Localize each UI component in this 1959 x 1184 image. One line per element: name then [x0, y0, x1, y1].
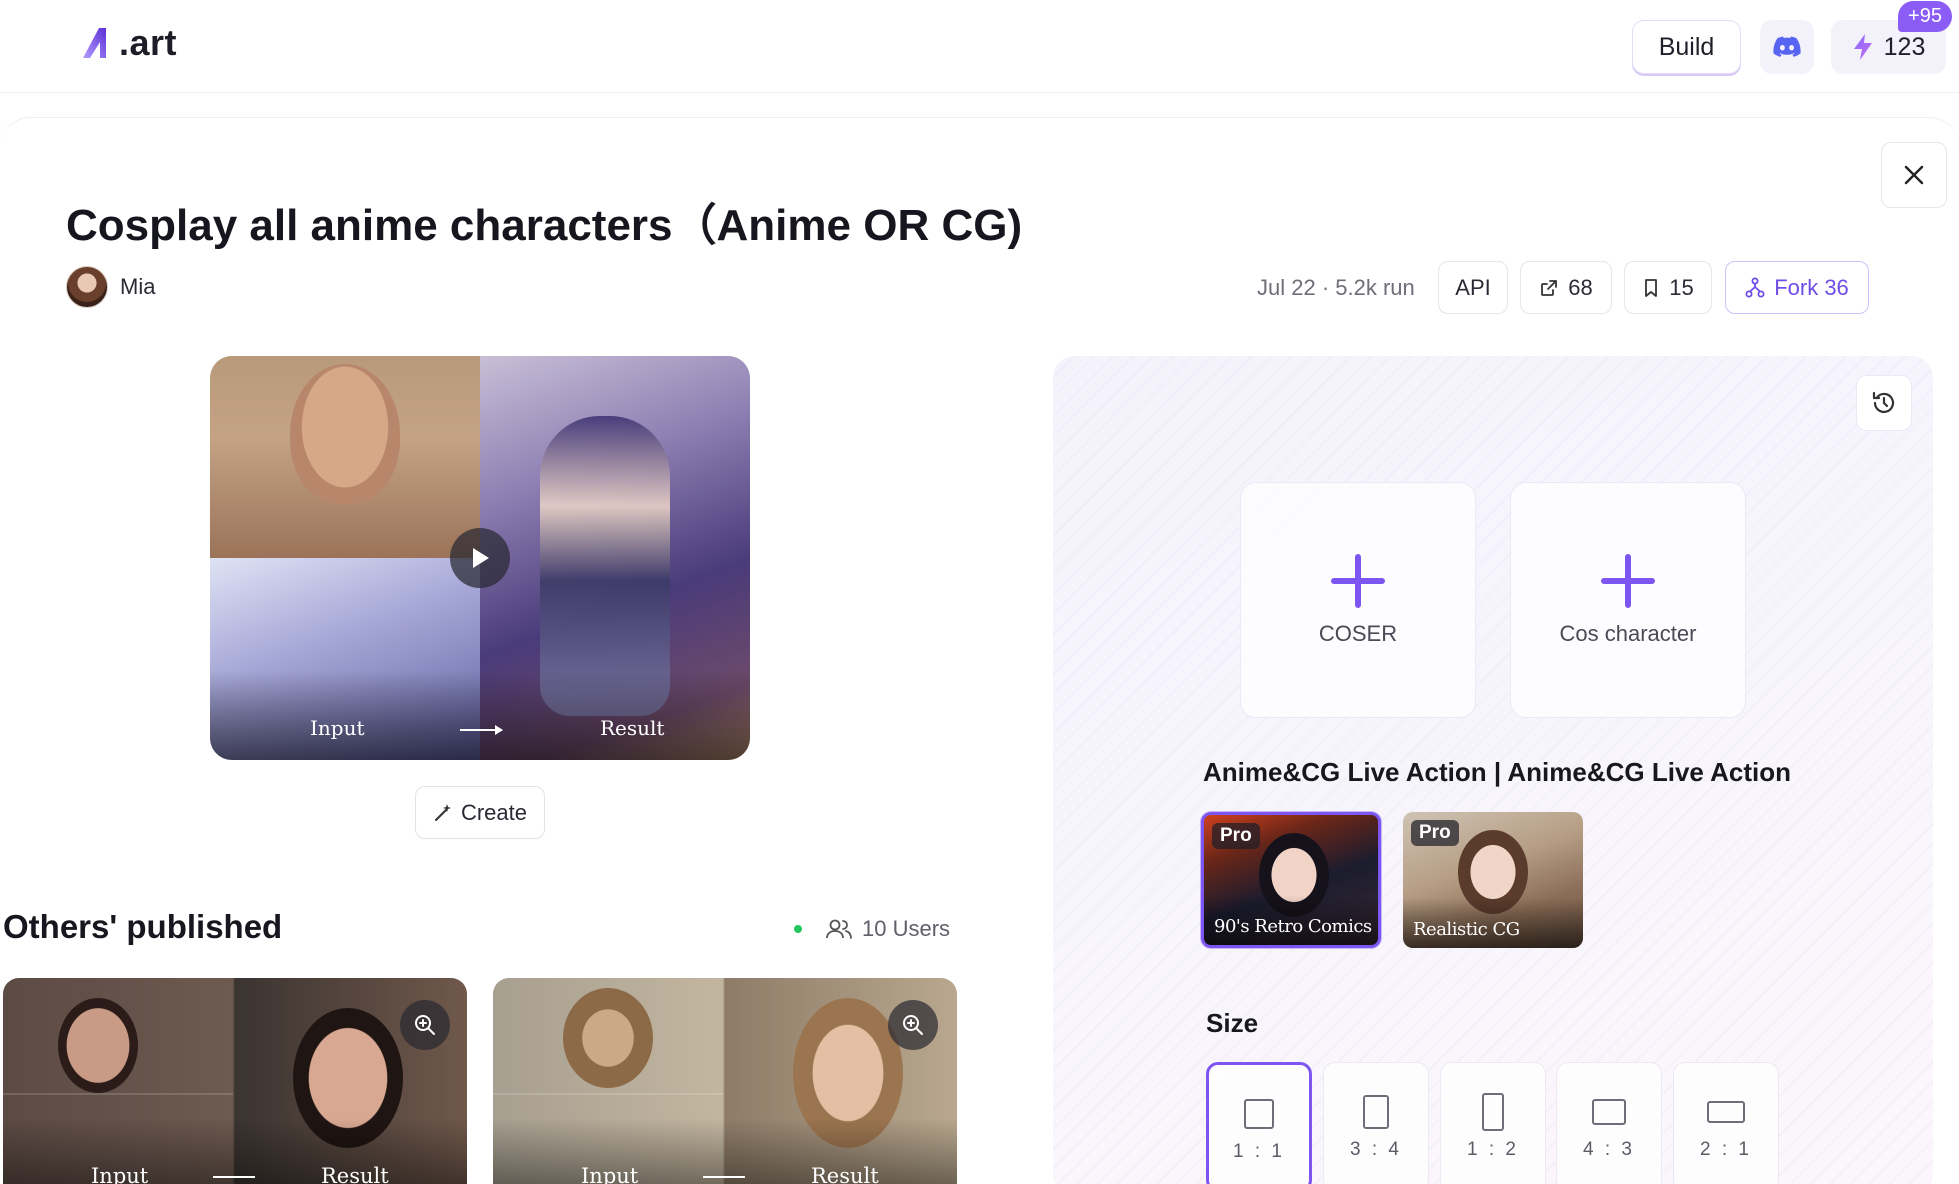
share-button[interactable]: 68	[1520, 261, 1612, 314]
size-option-1-2[interactable]: 1 : 2	[1440, 1062, 1546, 1184]
bookmark-count: 15	[1669, 274, 1694, 300]
discord-icon	[1773, 36, 1801, 57]
upload-cos-character[interactable]: Cos character	[1510, 482, 1746, 718]
users-label: 10 Users	[862, 916, 951, 941]
fork-label: Fork 36	[1774, 274, 1849, 300]
size-label: 1 : 1	[1233, 1141, 1285, 1162]
size-label: 1 : 2	[1467, 1139, 1519, 1160]
author-name: Mia	[120, 274, 156, 299]
detail-panel-edge	[0, 117, 1959, 147]
model-section-title: Anime&CG Live Action | Anime&CG Live Act…	[1203, 757, 1792, 787]
size-section-title: Size	[1206, 1008, 1259, 1038]
ratio-shape-icon	[1592, 1099, 1626, 1125]
card-input-label: Input	[581, 1164, 639, 1184]
bookmark-icon	[1645, 278, 1658, 297]
share-count: 68	[1568, 274, 1593, 300]
share-icon	[1541, 279, 1558, 296]
page-title: Cosplay all anime characters（Anime OR CG…	[66, 201, 1023, 250]
arrow-right-icon	[703, 1176, 745, 1178]
api-button[interactable]: API	[1438, 261, 1508, 314]
arrow-right-icon	[213, 1176, 255, 1178]
zoom-in-icon	[415, 1015, 435, 1035]
upload-label: Cos character	[1559, 621, 1697, 646]
logo-text: .art	[119, 22, 178, 63]
preview-media[interactable]: Input Result	[210, 356, 750, 760]
create-label: Create	[460, 799, 528, 825]
model-option-realistic-cg[interactable]: Pro Realistic CG	[1403, 812, 1583, 948]
lightning-icon	[1853, 34, 1872, 60]
online-dot	[794, 925, 802, 933]
avatar	[66, 266, 108, 308]
play-button[interactable]	[450, 528, 510, 588]
credits-bonus-badge: +95	[1898, 1, 1952, 32]
build-button[interactable]: Build	[1632, 20, 1741, 74]
size-option-3-4[interactable]: 3 : 4	[1323, 1062, 1429, 1184]
ratio-shape-icon	[1707, 1101, 1745, 1123]
preview-result-label: Result	[600, 716, 665, 740]
size-label: 4 : 3	[1583, 1139, 1635, 1160]
magic-wand-icon	[434, 803, 451, 821]
users-icon	[826, 919, 852, 939]
plus-icon	[1601, 554, 1655, 608]
history-button[interactable]	[1856, 375, 1912, 431]
ratio-shape-icon	[1482, 1093, 1504, 1131]
zoom-button[interactable]	[400, 1000, 450, 1050]
preview-input-photo	[210, 356, 480, 558]
model-label: Realistic CG	[1413, 919, 1520, 940]
card-shade	[3, 1118, 467, 1184]
fork-icon	[1745, 277, 1765, 297]
preview-input-label: Input	[310, 716, 365, 740]
author[interactable]: Mia	[66, 266, 155, 308]
card-divider	[3, 1093, 233, 1095]
upload-label: COSER	[1318, 621, 1398, 646]
history-icon	[1872, 391, 1895, 413]
top-bar: .art Build 123	[0, 0, 1959, 93]
size-option-4-3[interactable]: 4 : 3	[1556, 1062, 1662, 1184]
discord-button[interactable]	[1760, 20, 1814, 74]
published-card[interactable]: Input Result	[493, 978, 957, 1184]
pro-badge: Pro	[1411, 820, 1459, 846]
fork-button[interactable]: Fork 36	[1725, 261, 1869, 314]
size-label: 2 : 1	[1700, 1139, 1752, 1160]
card-shade	[493, 1118, 957, 1184]
card-input-label: Input	[91, 1164, 149, 1184]
bookmark-button[interactable]: 15	[1624, 261, 1712, 314]
size-option-2-1[interactable]: 2 : 1	[1673, 1062, 1779, 1184]
zoom-button[interactable]	[888, 1000, 938, 1050]
card-result-label: Result	[811, 1164, 879, 1184]
close-button[interactable]	[1881, 142, 1947, 208]
card-result-label: Result	[321, 1164, 389, 1184]
card-divider	[493, 1093, 723, 1095]
others-published-title: Others' published	[3, 908, 283, 945]
run-meta: Jul 22 · 5.2k run	[1257, 275, 1415, 300]
upload-coser[interactable]: COSER	[1240, 482, 1476, 718]
model-label: 90's Retro Comics	[1214, 916, 1372, 937]
create-button[interactable]: Create	[415, 786, 545, 839]
card-input-photo	[563, 988, 653, 1088]
close-icon	[1904, 165, 1924, 185]
logo-icon	[83, 28, 106, 58]
plus-icon	[1331, 554, 1385, 608]
arrow-right-icon	[460, 725, 503, 735]
credits-count: 123	[1883, 32, 1926, 61]
users-count[interactable]: 10 Users	[794, 916, 950, 942]
preview-shade	[210, 670, 750, 760]
card-input-photo	[58, 998, 138, 1093]
ratio-shape-icon	[1363, 1095, 1389, 1129]
play-icon	[473, 548, 489, 568]
logo[interactable]: .art	[79, 22, 177, 64]
ratio-shape-icon	[1244, 1099, 1274, 1129]
size-option-1-1[interactable]: 1 : 1	[1206, 1062, 1312, 1184]
zoom-in-icon	[903, 1015, 923, 1035]
published-card[interactable]: Input Result	[3, 978, 467, 1184]
pro-badge: Pro	[1212, 823, 1260, 849]
size-label: 3 : 4	[1350, 1139, 1402, 1160]
model-option-retro-comics[interactable]: Pro 90's Retro Comics	[1201, 812, 1381, 948]
